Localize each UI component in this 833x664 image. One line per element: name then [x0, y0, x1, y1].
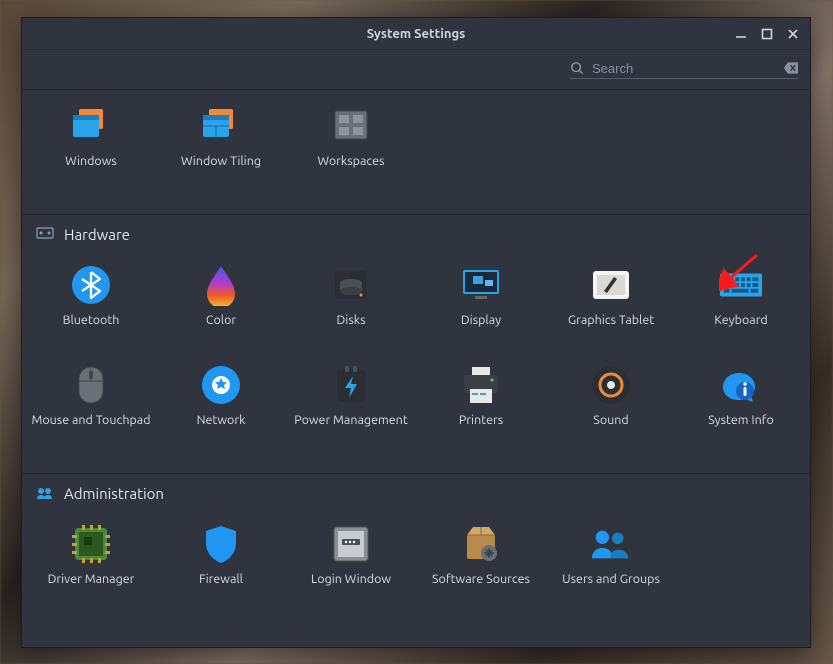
- item-keyboard[interactable]: Keyboard: [676, 249, 806, 349]
- hardware-category-icon: [36, 225, 54, 243]
- item-label: Bluetooth: [63, 313, 120, 343]
- item-sound[interactable]: Sound: [546, 349, 676, 449]
- item-label: Mouse and Touchpad: [31, 413, 150, 443]
- item-printers[interactable]: Printers: [416, 349, 546, 449]
- graphics-tablet-icon: [589, 263, 633, 307]
- keyboard-icon: [719, 263, 763, 307]
- item-label: Driver Manager: [48, 572, 135, 602]
- maximize-icon: [761, 28, 773, 40]
- item-system-info[interactable]: System Info: [676, 349, 806, 449]
- search-field[interactable]: [570, 61, 798, 79]
- system-settings-window: System Settings: [21, 17, 811, 648]
- section-hardware: Hardware Bluetooth Color: [22, 208, 810, 467]
- color-icon: [199, 263, 243, 307]
- display-icon: [459, 263, 503, 307]
- item-display[interactable]: Display: [416, 249, 546, 349]
- item-network[interactable]: Network: [156, 349, 286, 449]
- item-label: Windows: [65, 154, 117, 184]
- settings-content: Windows Window Tiling Workspaces: [22, 90, 810, 647]
- item-label: Software Sources: [432, 572, 530, 602]
- software-sources-icon: [459, 522, 503, 566]
- users-and-groups-icon: [589, 522, 633, 566]
- power-icon: [329, 363, 373, 407]
- item-firewall[interactable]: Firewall: [156, 508, 286, 608]
- item-label: Login Window: [311, 572, 391, 602]
- search-icon: [570, 61, 584, 75]
- item-label: Sound: [593, 413, 628, 443]
- item-label: Display: [461, 313, 501, 343]
- item-label: Power Management: [294, 413, 408, 443]
- item-label: Disks: [336, 313, 365, 343]
- minimize-button[interactable]: [728, 21, 754, 47]
- item-driver-manager[interactable]: Driver Manager: [26, 508, 156, 608]
- item-label: System Info: [708, 413, 774, 443]
- section-header-administration: Administration: [22, 473, 810, 508]
- item-power-management[interactable]: Power Management: [286, 349, 416, 449]
- printers-icon: [459, 363, 503, 407]
- item-login-window[interactable]: Login Window: [286, 508, 416, 608]
- item-disks[interactable]: Disks: [286, 249, 416, 349]
- workspaces-icon: [329, 104, 373, 148]
- item-label: Color: [206, 313, 236, 343]
- item-graphics-tablet[interactable]: Graphics Tablet: [546, 249, 676, 349]
- item-label: Workspaces: [317, 154, 384, 184]
- item-color[interactable]: Color: [156, 249, 286, 349]
- item-label: Users and Groups: [562, 572, 660, 602]
- item-users-and-groups[interactable]: Users and Groups: [546, 508, 676, 608]
- item-label: Graphics Tablet: [568, 313, 654, 343]
- section-administration: Administration Driver Manager Firewall: [22, 467, 810, 626]
- system-info-icon: [719, 363, 763, 407]
- section-header-hardware: Hardware: [22, 214, 810, 249]
- close-button[interactable]: [780, 21, 806, 47]
- item-label: Keyboard: [714, 313, 767, 343]
- item-label: Window Tiling: [181, 154, 261, 184]
- section-title: Administration: [64, 485, 164, 502]
- item-label: Printers: [459, 413, 503, 443]
- bluetooth-icon: [69, 263, 113, 307]
- firewall-icon: [199, 522, 243, 566]
- administration-category-icon: [36, 484, 54, 502]
- item-window-tiling[interactable]: Window Tiling: [156, 90, 286, 190]
- windows-icon: [69, 104, 113, 148]
- minimize-icon: [735, 28, 747, 40]
- item-bluetooth[interactable]: Bluetooth: [26, 249, 156, 349]
- item-software-sources[interactable]: Software Sources: [416, 508, 546, 608]
- login-window-icon: [329, 522, 373, 566]
- item-label: Firewall: [199, 572, 243, 602]
- item-mouse-and-touchpad[interactable]: Mouse and Touchpad: [26, 349, 156, 449]
- search-input[interactable]: [592, 61, 776, 76]
- close-icon: [787, 28, 799, 40]
- window-controls: [728, 18, 806, 50]
- disks-icon: [329, 263, 373, 307]
- maximize-button[interactable]: [754, 21, 780, 47]
- driver-manager-icon: [69, 522, 113, 566]
- item-workspaces[interactable]: Workspaces: [286, 90, 416, 190]
- section-title: Hardware: [64, 226, 130, 243]
- titlebar: System Settings: [22, 18, 810, 50]
- item-label: Network: [197, 413, 246, 443]
- toolbar: [22, 50, 810, 90]
- window-title: System Settings: [22, 27, 810, 41]
- window-tiling-icon: [199, 104, 243, 148]
- section-preferences: Windows Window Tiling Workspaces: [22, 90, 810, 208]
- sound-icon: [589, 363, 633, 407]
- clear-search-icon[interactable]: [784, 61, 798, 75]
- network-icon: [199, 363, 243, 407]
- mouse-icon: [69, 363, 113, 407]
- item-windows[interactable]: Windows: [26, 90, 156, 190]
